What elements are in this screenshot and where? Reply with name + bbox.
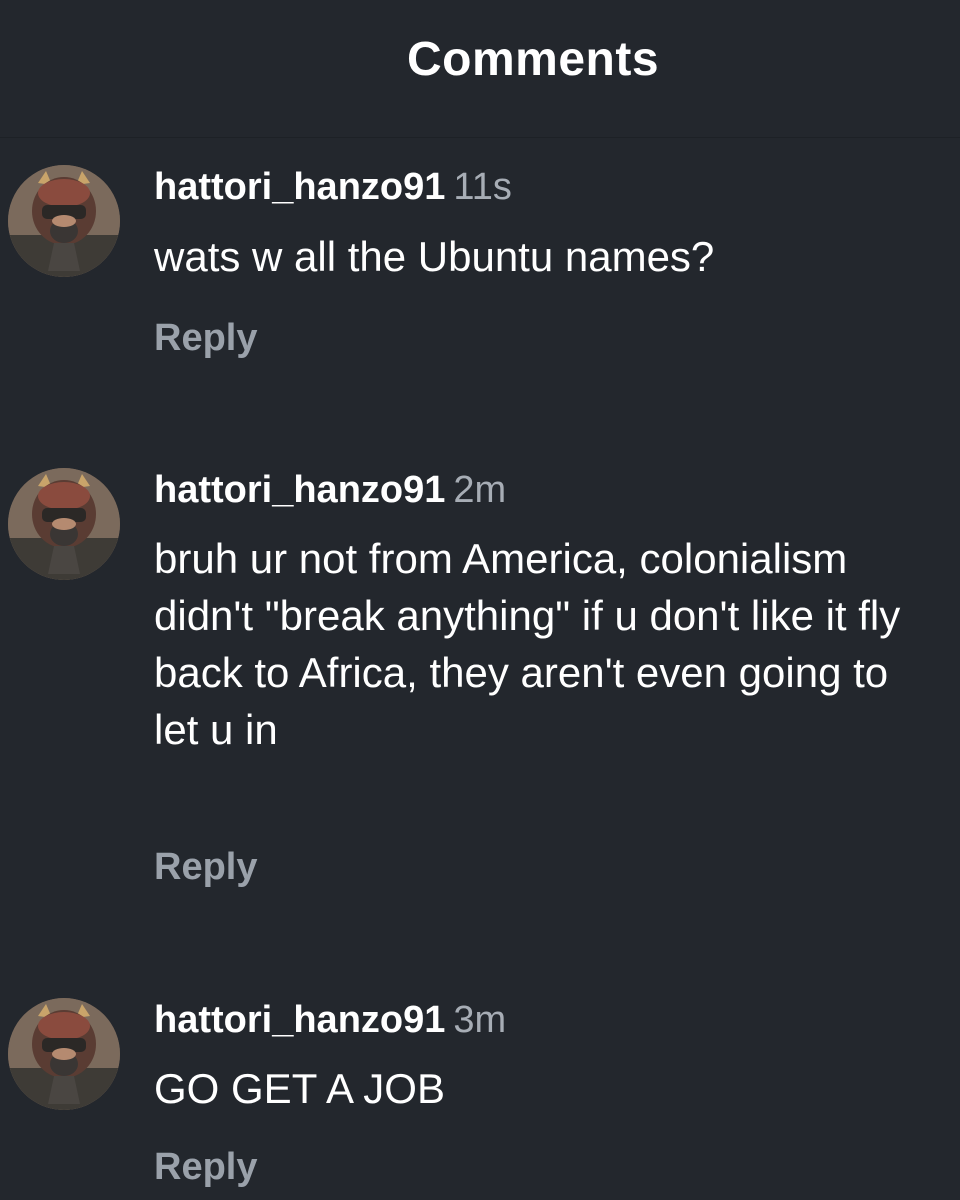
comment-username[interactable]: hattori_hanzo91 bbox=[154, 999, 445, 1041]
page-title: Comments bbox=[406, 33, 660, 86]
comment-item: hattori_hanzo91 3m GO GET A JOB Reply bbox=[0, 998, 960, 1200]
avatar[interactable] bbox=[8, 998, 120, 1110]
comment-username[interactable]: hattori_hanzo91 bbox=[154, 469, 445, 511]
comment-item: hattori_hanzo91 2m bruh ur not from Ameri… bbox=[0, 468, 960, 898]
reply-button[interactable]: Reply bbox=[154, 1146, 257, 1189]
pilot-helmet-avatar-icon bbox=[8, 165, 120, 277]
reply-button[interactable]: Reply bbox=[154, 846, 257, 889]
avatar[interactable] bbox=[8, 165, 120, 277]
comment-item: hattori_hanzo91 11s wats w all the Ubuntu… bbox=[0, 165, 960, 365]
pilot-helmet-avatar-icon bbox=[8, 998, 120, 1110]
comment-meta: hattori_hanzo91 11s bbox=[154, 165, 512, 209]
comment-text: bruh ur not from America, colonialism di… bbox=[154, 535, 901, 753]
comment-meta: hattori_hanzo91 2m bbox=[154, 468, 506, 512]
comment-meta: hattori_hanzo91 3m bbox=[154, 998, 506, 1042]
comment-timestamp: 2m bbox=[453, 469, 507, 511]
comment-text: GO GET A JOB bbox=[154, 1065, 445, 1112]
comment-username[interactable]: hattori_hanzo91 bbox=[154, 166, 445, 208]
comments-header: Comments bbox=[0, 0, 960, 138]
avatar[interactable] bbox=[8, 468, 120, 580]
pilot-helmet-avatar-icon bbox=[8, 468, 120, 580]
comment-text: wats w all the Ubuntu names? bbox=[154, 233, 715, 280]
reply-button[interactable]: Reply bbox=[154, 317, 257, 360]
comment-timestamp: 11s bbox=[453, 166, 512, 208]
comment-timestamp: 3m bbox=[453, 999, 507, 1041]
